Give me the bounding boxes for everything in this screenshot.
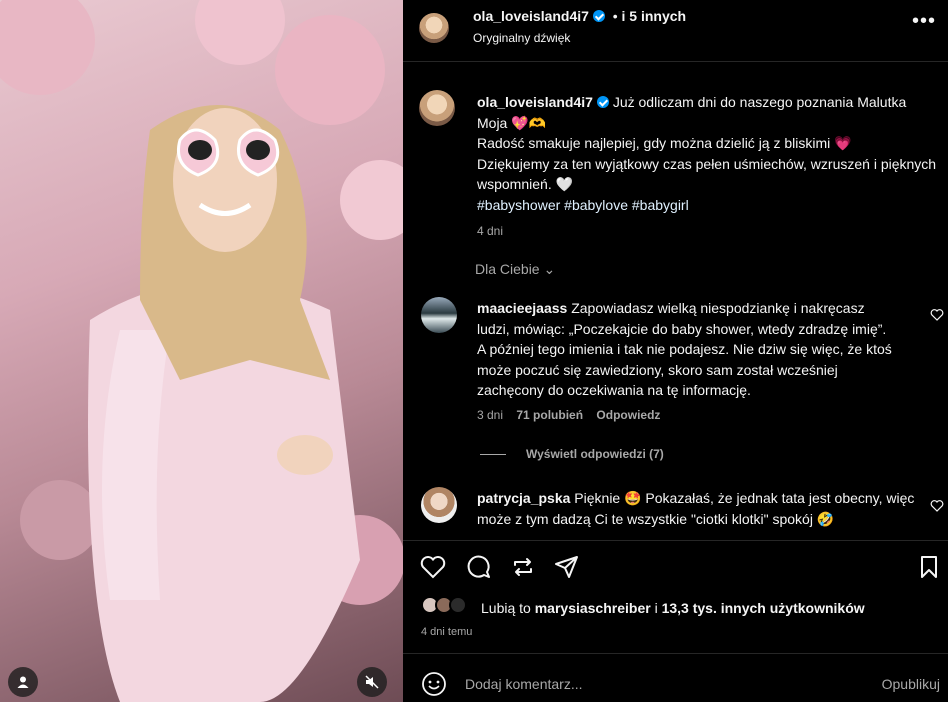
caption-line3: Dziękujemy za ten wyjątkowy czas pełen u… (477, 155, 937, 193)
like-comment-heart-icon[interactable] (930, 308, 944, 322)
caption-avatar[interactable] (419, 90, 455, 126)
comment-body: maacieejaass Zapowiadasz wielką niespodz… (477, 298, 897, 401)
caption-emoji2: 💗 (834, 135, 852, 151)
author-line: ola_loveisland4i7 • i 5 innych (473, 8, 686, 24)
comment-username[interactable]: maacieejaass (477, 300, 567, 316)
bookmark-icon[interactable] (915, 553, 943, 581)
comment-meta: 3 dni 71 polubień Odpowiedz (477, 408, 670, 422)
for-you-filter[interactable]: Dla Ciebie ⌄ (475, 261, 555, 278)
hashtags[interactable]: #babyshower #babylove #babygirl (477, 197, 689, 213)
emoji-icon[interactable] (421, 671, 447, 697)
caption-emoji3: 🤍 (555, 176, 574, 192)
post-header: ola_loveisland4i7 • i 5 innych Oryginaln… (403, 0, 948, 62)
likes-others[interactable]: 13,3 tys. innych użytkowników (662, 600, 865, 616)
comment-username[interactable]: patrycja_pska (477, 490, 570, 506)
share-icon[interactable] (553, 553, 581, 581)
heart-icon[interactable] (419, 553, 447, 581)
tagged-users-button[interactable] (8, 667, 38, 697)
audio-link[interactable]: Oryginalny dźwięk (473, 31, 570, 45)
collab-text: i 5 innych (621, 8, 687, 24)
likes-prefix: Lubią to (481, 600, 531, 616)
likes-middle: i (654, 600, 658, 616)
author-avatar[interactable] (419, 13, 449, 43)
for-you-label: Dla Ciebie (475, 261, 540, 277)
comment-input[interactable]: Dodaj komentarz... (465, 676, 583, 692)
caption-line2: Radość smakuje najlepiej, gdy można dzie… (477, 135, 831, 151)
liker-avatar (449, 596, 467, 614)
post-media[interactable] (0, 0, 403, 702)
comment-time[interactable]: 3 dni (477, 408, 503, 422)
chevron-down-icon: ⌄ (543, 261, 556, 277)
more-horizontal-icon[interactable]: ••• (912, 11, 936, 31)
likes-summary[interactable]: Lubią to marysiaschreiber i 13,3 tys. in… (481, 600, 865, 616)
post-panel: ola_loveisland4i7 • i 5 innych Oryginaln… (403, 0, 948, 702)
user-icon (17, 676, 29, 688)
like-comment-heart-icon[interactable] (930, 499, 944, 513)
comment-icon[interactable] (465, 553, 493, 581)
reply-button[interactable]: Odpowiedz (596, 408, 660, 422)
post-photo (0, 0, 403, 702)
speaker-muted-icon (365, 675, 379, 689)
comments-scroll[interactable]: ola_loveisland4i7 Już odliczam dni do na… (403, 62, 948, 540)
comment-box: Dodaj komentarz... Opublikuj (403, 653, 948, 702)
action-bar: Lubią to marysiaschreiber i 13,3 tys. in… (403, 540, 948, 658)
comment-avatar[interactable] (421, 487, 457, 523)
caption-time[interactable]: 4 dni (477, 221, 937, 242)
publish-button[interactable]: Opublikuj (882, 676, 940, 692)
comment-likes[interactable]: 71 polubień (516, 408, 583, 422)
repost-icon[interactable] (509, 553, 537, 581)
collab-label[interactable]: • i 5 innych (609, 8, 686, 24)
caption-username[interactable]: ola_loveisland4i7 (477, 94, 593, 110)
view-replies-button[interactable]: Wyświetl odpowiedzi (7) (480, 447, 664, 461)
author-username[interactable]: ola_loveisland4i7 (473, 8, 589, 24)
caption: ola_loveisland4i7 Już odliczam dni do na… (477, 92, 937, 242)
comment-body: patrycja_pska Pięknie 🤩 Pokazałaś, że je… (477, 488, 917, 529)
post-date[interactable]: 4 dni temu (421, 626, 472, 638)
verified-icon (592, 10, 605, 22)
comment-avatar[interactable] (421, 297, 457, 333)
caption-emoji1: 💖🫶 (511, 114, 547, 131)
mute-button[interactable] (357, 667, 387, 697)
verified-icon (596, 96, 609, 108)
likes-user[interactable]: marysiaschreiber (535, 600, 651, 616)
